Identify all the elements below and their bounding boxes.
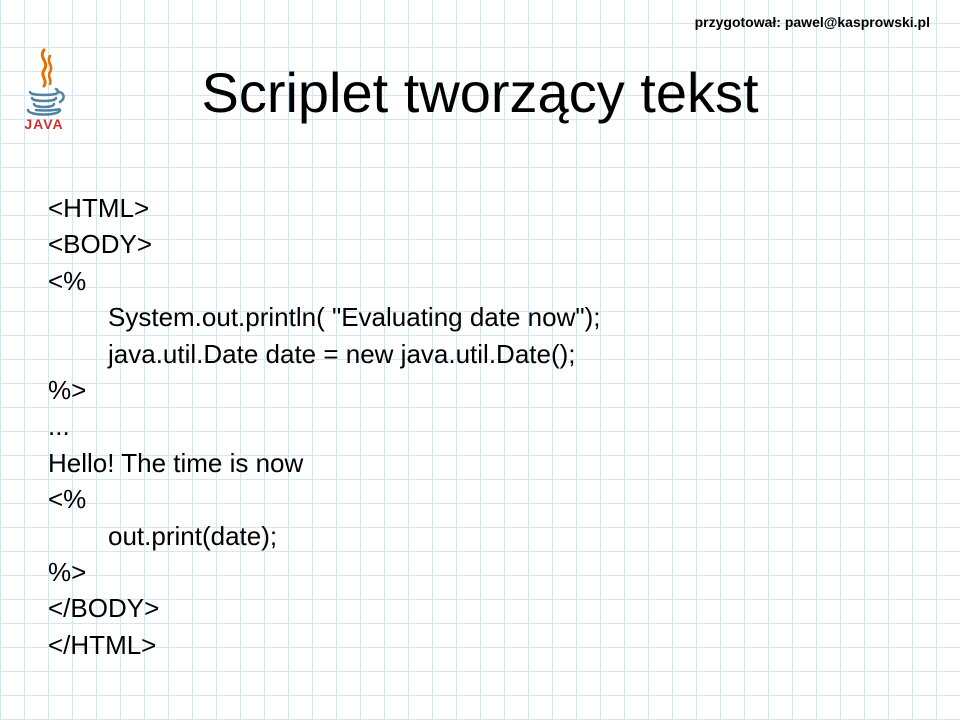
code-line: Hello! The time is now xyxy=(48,448,303,478)
code-line: <% xyxy=(48,484,86,514)
code-line: <% xyxy=(48,266,86,296)
author-line: przygotował: pawel@kasprowski.pl xyxy=(695,14,930,30)
code-sample: <HTML> <BODY> <% System.out.println( "Ev… xyxy=(48,190,600,663)
slide-title: Scriplet tworzący tekst xyxy=(0,60,960,125)
code-line: %> xyxy=(48,375,86,405)
code-line: ... xyxy=(48,411,70,441)
code-line: </BODY> xyxy=(48,593,159,623)
code-line: System.out.println( "Evaluating date now… xyxy=(108,302,600,332)
code-line: </HTML> xyxy=(48,630,156,660)
code-line: <BODY> xyxy=(48,229,152,259)
code-line: <HTML> xyxy=(48,193,149,223)
code-line: java.util.Date date = new java.util.Date… xyxy=(108,339,576,369)
code-line: out.print(date); xyxy=(108,521,277,551)
slide-container: przygotował: pawel@kasprowski.pl JAVA Sc… xyxy=(0,0,960,720)
code-line: %> xyxy=(48,557,86,587)
